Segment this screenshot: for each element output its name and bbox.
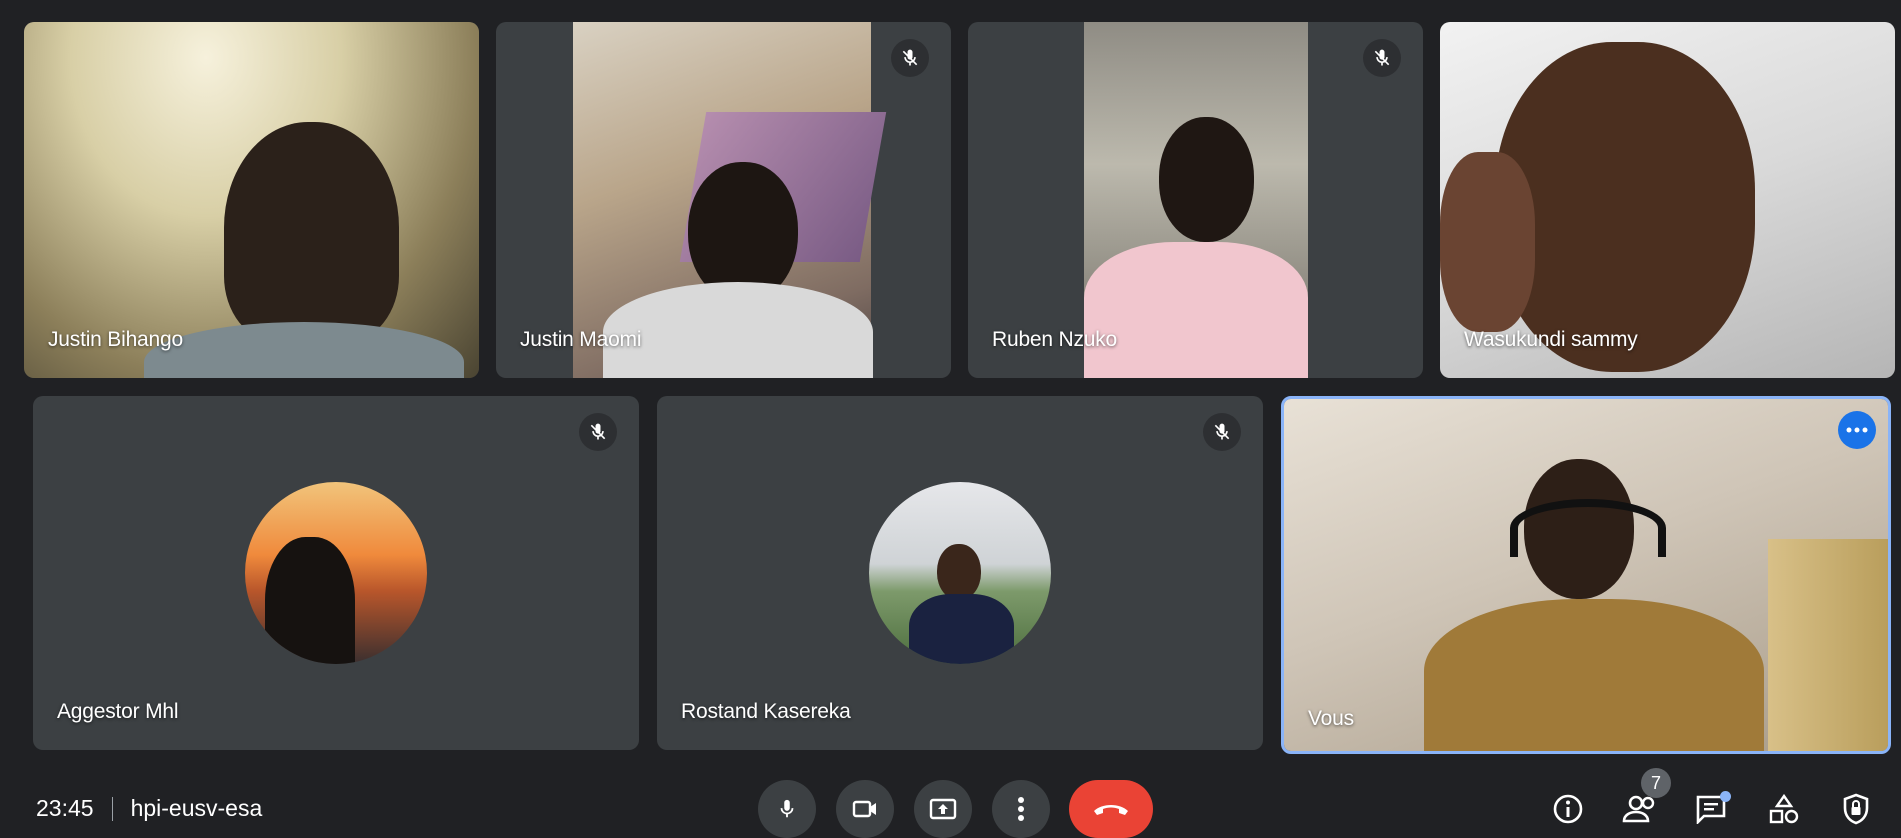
more-options-button[interactable] xyxy=(992,780,1050,838)
participant-tile-wasukundi-sammy[interactable]: Wasukundi sammy xyxy=(1440,22,1895,378)
shield-lock-icon xyxy=(1843,793,1869,825)
shoulders xyxy=(603,282,873,378)
participant-tile-justin-bihango[interactable]: Justin Bihango xyxy=(24,22,479,378)
participant-video xyxy=(1084,22,1308,378)
participant-name: Vous xyxy=(1308,707,1354,730)
more-horiz-icon xyxy=(1846,427,1868,433)
divider xyxy=(111,796,113,821)
person-body xyxy=(1424,599,1764,751)
person-silhouette xyxy=(1159,117,1254,242)
activities-icon xyxy=(1769,794,1799,824)
muted-indicator xyxy=(891,39,929,77)
participant-name: Rostand Kasereka xyxy=(681,700,851,723)
microphone-icon xyxy=(780,799,794,818)
mic-off-icon xyxy=(902,49,918,66)
silhouette-body xyxy=(909,594,1014,664)
hand xyxy=(1440,152,1535,332)
muted-indicator xyxy=(1203,413,1241,451)
mic-off-icon xyxy=(1374,49,1390,66)
person-silhouette xyxy=(224,122,399,342)
person-silhouette xyxy=(688,162,798,302)
headphones xyxy=(1510,499,1666,557)
participant-video xyxy=(573,22,887,378)
tile-options-button[interactable] xyxy=(1838,411,1876,449)
mic-toggle-button[interactable] xyxy=(758,780,816,838)
participant-tile-aggestor-mhl[interactable]: Aggestor Mhl xyxy=(33,396,639,750)
avatar xyxy=(245,482,427,664)
more-vert-icon xyxy=(1018,797,1024,821)
meeting-code: hpi-eusv-esa xyxy=(130,795,263,821)
camera-toggle-button[interactable] xyxy=(836,780,894,838)
meeting-info: 23:45 hpi-eusv-esa xyxy=(36,795,262,822)
participant-name: Ruben Nzuko xyxy=(992,328,1118,351)
muted-indicator xyxy=(1363,39,1401,77)
participant-tile-justin-maomi[interactable]: Justin Maomi xyxy=(496,22,951,378)
activities-button[interactable] xyxy=(1765,790,1803,828)
silhouette-head xyxy=(937,544,981,600)
participant-name: Wasukundi sammy xyxy=(1464,328,1638,351)
leave-call-button[interactable] xyxy=(1069,780,1153,838)
people-icon xyxy=(1622,795,1655,823)
clock: 23:45 xyxy=(36,795,94,821)
curtain xyxy=(1768,539,1888,751)
silhouette xyxy=(265,537,355,664)
present-screen-icon xyxy=(929,798,957,820)
shoulders xyxy=(144,322,464,378)
participant-name: Aggestor Mhl xyxy=(57,700,179,723)
participant-name: Justin Maomi xyxy=(520,328,642,351)
participant-count-badge: 7 xyxy=(1641,768,1671,798)
muted-indicator xyxy=(579,413,617,451)
avatar xyxy=(869,482,1051,664)
present-screen-button[interactable] xyxy=(914,780,972,838)
mic-off-icon xyxy=(590,423,606,440)
host-controls-button[interactable] xyxy=(1837,790,1875,828)
participant-name: Justin Bihango xyxy=(48,328,183,351)
participant-video xyxy=(24,22,479,378)
participant-video xyxy=(1440,22,1895,378)
chat-notification-dot xyxy=(1720,791,1731,802)
participant-video xyxy=(1284,399,1888,751)
participant-tile-rostand-kasereka[interactable]: Rostand Kasereka xyxy=(657,396,1263,750)
participant-tile-self[interactable]: Vous xyxy=(1281,396,1891,754)
participant-tile-ruben-nzuko[interactable]: Ruben Nzuko xyxy=(968,22,1423,378)
phone-hangup-icon xyxy=(1094,805,1128,815)
mic-off-icon xyxy=(1214,423,1230,440)
info-icon xyxy=(1553,794,1583,824)
camera-icon xyxy=(852,800,876,818)
shirt xyxy=(1084,242,1308,378)
meeting-details-button[interactable] xyxy=(1549,790,1587,828)
